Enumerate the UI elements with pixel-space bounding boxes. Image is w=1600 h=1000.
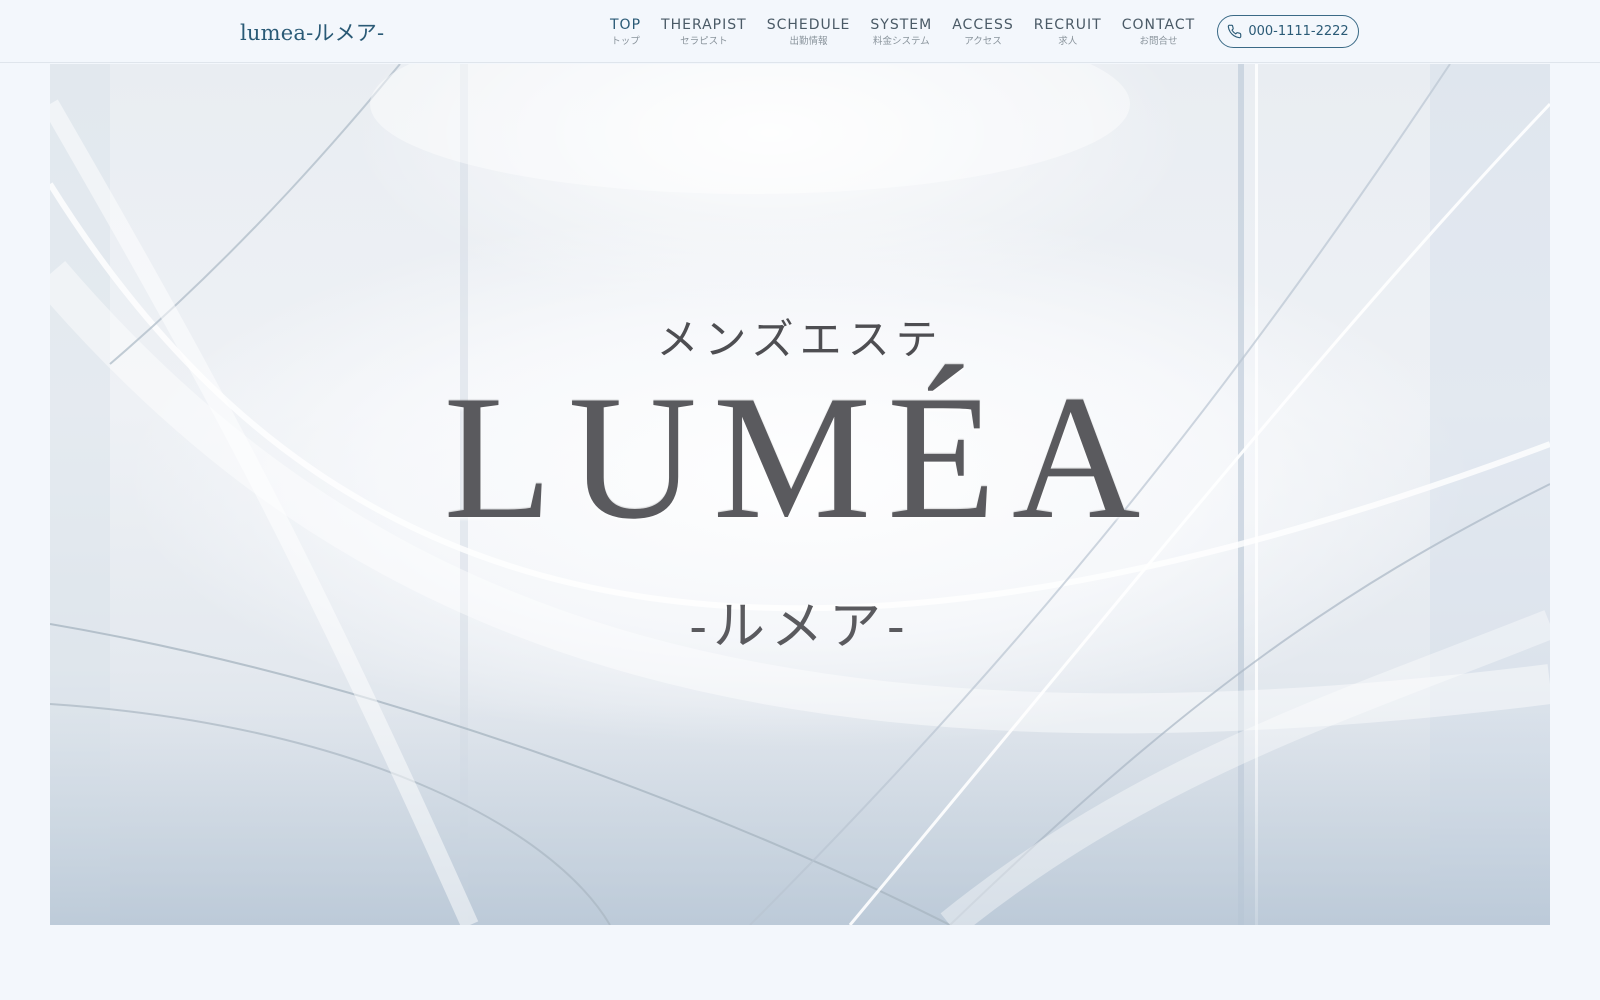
site-header: lumea-ルメア- TOP トップ THERAPIST セラピスト SCHED…: [0, 0, 1600, 63]
nav-label-en: THERAPIST: [661, 17, 747, 33]
hero-banner: メンズエステ LUMÉA -ルメア-: [50, 64, 1550, 925]
nav-label-en: CONTACT: [1121, 17, 1196, 33]
phone-icon: [1227, 24, 1242, 39]
nav-label-ja: セラピスト: [680, 36, 728, 47]
nav-item-recruit[interactable]: RECRUIT 求人: [1034, 15, 1102, 48]
nav-label-ja: 出勤情報: [789, 36, 828, 47]
nav-item-system[interactable]: SYSTEM 料金システム: [870, 15, 932, 48]
main-nav: TOP トップ THERAPIST セラピスト SCHEDULE 出勤情報 SY…: [610, 15, 1195, 48]
nav-label-en: ACCESS: [952, 17, 1014, 33]
nav-label-ja: お問合せ: [1139, 36, 1178, 47]
phone-button[interactable]: 000-1111-2222: [1217, 15, 1359, 48]
nav-label-ja: アクセス: [964, 36, 1002, 47]
nav-item-therapist[interactable]: THERAPIST セラピスト: [661, 15, 747, 48]
site-logo[interactable]: lumea-ルメア-: [240, 17, 384, 47]
nav-label-en: RECRUIT: [1033, 17, 1102, 33]
nav-item-schedule[interactable]: SCHEDULE 出勤情報: [767, 15, 851, 48]
hero-title: LUMÉA: [443, 358, 1157, 556]
nav-label-ja: 料金システム: [872, 36, 930, 47]
nav-label-en: SCHEDULE: [766, 17, 851, 33]
nav-label-en: SYSTEM: [870, 17, 933, 33]
nav-label-ja: 求人: [1058, 36, 1078, 47]
phone-number: 000-1111-2222: [1248, 24, 1349, 39]
nav-item-top[interactable]: TOP トップ: [610, 15, 641, 48]
nav-item-contact[interactable]: CONTACT お問合せ: [1122, 15, 1195, 48]
hero-kana: -ルメア-: [689, 597, 911, 657]
nav-label-ja: トップ: [611, 36, 640, 47]
nav-item-access[interactable]: ACCESS アクセス: [952, 15, 1014, 48]
nav-label-en: TOP: [610, 17, 642, 33]
hero-text-group: メンズエステ LUMÉA -ルメア-: [50, 64, 1550, 925]
